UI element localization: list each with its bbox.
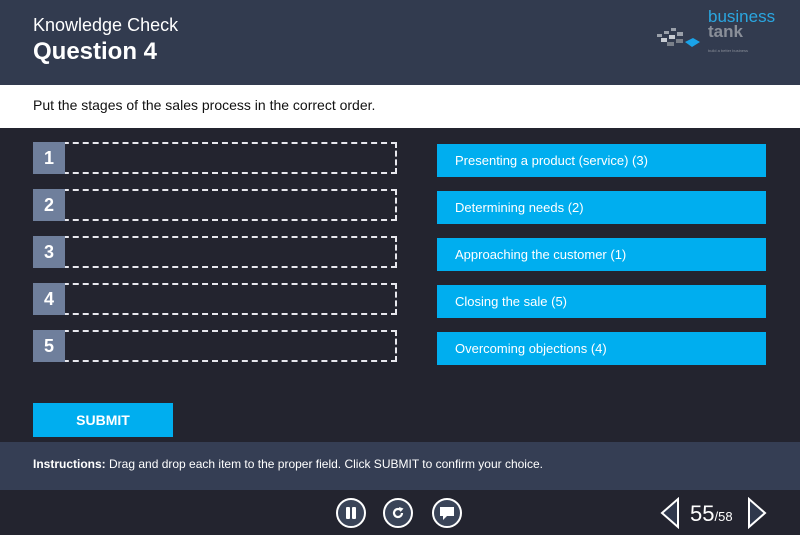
slot-number: 5 — [33, 330, 65, 362]
drag-item[interactable]: Overcoming objections (4) — [437, 332, 766, 365]
page-counter: 55/58 — [690, 501, 733, 527]
comment-button[interactable] — [432, 498, 462, 528]
instructions: Instructions: Drag and drop each item to… — [33, 457, 543, 471]
next-arrow-icon[interactable] — [746, 497, 768, 529]
drop-slot-1[interactable]: 1 — [33, 142, 397, 174]
drop-slot-2[interactable]: 2 — [33, 189, 397, 221]
pause-icon — [346, 507, 356, 519]
drop-slot-4[interactable]: 4 — [33, 283, 397, 315]
instructions-label: Instructions: — [33, 457, 106, 471]
logo: business tank build a better business — [655, 8, 785, 58]
logo-mark-icon — [657, 28, 700, 47]
pause-button[interactable] — [336, 498, 366, 528]
question-title: Question 4 — [33, 38, 158, 65]
replay-icon — [392, 507, 404, 519]
submit-button[interactable]: SUBMIT — [33, 403, 173, 437]
logo-tagline: build a better business — [708, 48, 749, 53]
logo-word-tank: tank — [708, 22, 743, 41]
header: Knowledge Check Question 4 business tank… — [0, 0, 800, 85]
question-prompt-bar: Put the stages of the sales process in t… — [0, 85, 800, 128]
slot-number: 4 — [33, 283, 65, 315]
drag-item[interactable]: Approaching the customer (1) — [437, 238, 766, 271]
page-current: 55 — [690, 501, 715, 526]
section-subtitle: Knowledge Check — [33, 15, 179, 35]
drag-item[interactable]: Closing the sale (5) — [437, 285, 766, 318]
question-prompt: Put the stages of the sales process in t… — [33, 97, 376, 113]
drag-item[interactable]: Determining needs (2) — [437, 191, 766, 224]
player-footer: 55/58 — [0, 490, 800, 535]
instructions-text: Drag and drop each item to the proper fi… — [105, 457, 543, 471]
previous-arrow-icon[interactable] — [659, 497, 681, 529]
drag-item[interactable]: Presenting a product (service) (3) — [437, 144, 766, 177]
drop-slot-3[interactable]: 3 — [33, 236, 397, 268]
page-total: /58 — [714, 509, 733, 524]
slot-number: 3 — [33, 236, 65, 268]
comment-icon — [440, 507, 454, 520]
slot-number: 1 — [33, 142, 65, 174]
instructions-bar: Instructions: Drag and drop each item to… — [0, 442, 800, 490]
drop-slot-5[interactable]: 5 — [33, 330, 397, 362]
replay-button[interactable] — [383, 498, 413, 528]
slot-number: 2 — [33, 189, 65, 221]
